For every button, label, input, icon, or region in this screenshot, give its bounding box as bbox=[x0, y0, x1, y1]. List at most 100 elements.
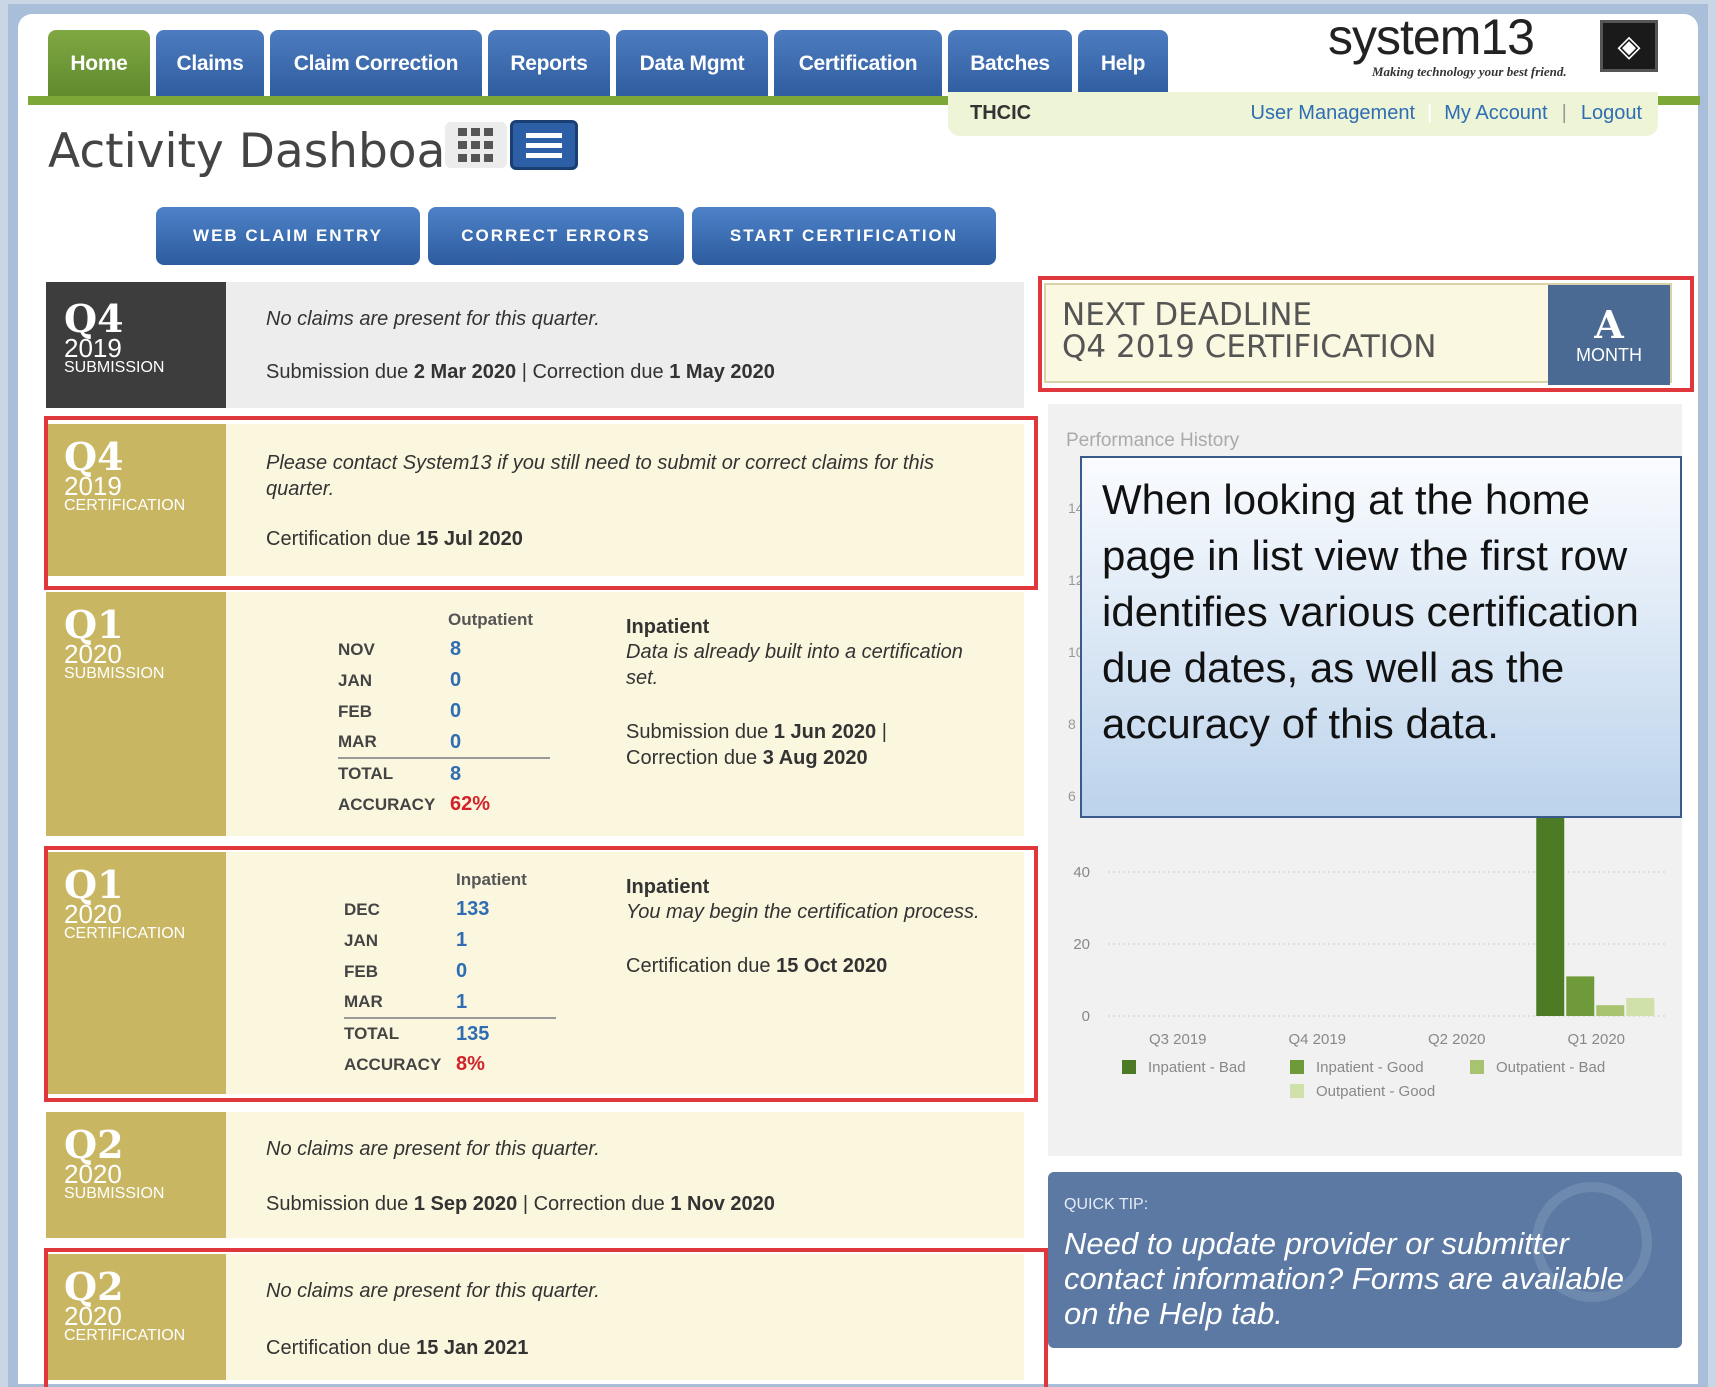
stats-header: Outpatient bbox=[448, 610, 533, 629]
link-divider: | bbox=[1427, 102, 1433, 124]
grid-view-icon bbox=[458, 128, 493, 162]
submission-due-label: Submission due bbox=[266, 1193, 414, 1215]
due-separator: | bbox=[876, 721, 887, 743]
due-separator: | bbox=[516, 361, 533, 383]
quarter-label: Q2 bbox=[64, 1122, 124, 1167]
quarter-kind: SUBMISSION bbox=[64, 1185, 165, 1202]
link-divider: | bbox=[1561, 102, 1567, 124]
annotation-callout: When looking at the home page in list vi… bbox=[1080, 456, 1682, 818]
logo-wordmark: system13 bbox=[1328, 9, 1535, 65]
action-buttons: WEB CLAIM ENTRY CORRECT ERRORS START CER… bbox=[156, 207, 996, 265]
legend-swatch bbox=[1290, 1060, 1304, 1074]
x-tick-label: Q3 2019 bbox=[1149, 1031, 1207, 1048]
bar bbox=[1596, 1005, 1625, 1016]
user-management-link[interactable]: User Management bbox=[1251, 102, 1416, 125]
quarter-row: Q2 2020 SUBMISSION No claims are present… bbox=[46, 1112, 1024, 1238]
quarter-message: No claims are present for this quarter. bbox=[266, 308, 600, 330]
submission-due-label: Submission due bbox=[266, 361, 414, 383]
quarter-row: Q4 2019 SUBMISSION No claims are present… bbox=[46, 282, 1024, 408]
tab-home[interactable]: Home bbox=[48, 30, 150, 98]
legend-swatch bbox=[1470, 1060, 1484, 1074]
month-label: MAR bbox=[338, 732, 377, 751]
month-count: 0 bbox=[450, 700, 462, 722]
legend-label: Outpatient - Bad bbox=[1496, 1059, 1605, 1076]
quarter-row: Q1 2020 SUBMISSION Outpatient NOV 8 JAN 0 … bbox=[46, 592, 1024, 836]
list-view-icon-bar bbox=[526, 152, 562, 158]
my-account-link[interactable]: My Account bbox=[1444, 102, 1547, 125]
quarter-message: No claims are present for this quarter. bbox=[266, 1138, 600, 1160]
stats-row: FEB 0 bbox=[338, 696, 550, 727]
logo-tagline: Making technology your best friend. bbox=[1372, 64, 1567, 79]
dog-logo-icon: ◈ bbox=[1600, 20, 1658, 72]
grid-view-button[interactable] bbox=[445, 122, 507, 168]
month-label: FEB bbox=[338, 701, 372, 721]
bar bbox=[1566, 976, 1595, 1016]
x-tick-label: Q1 2020 bbox=[1567, 1031, 1625, 1048]
tab-help[interactable]: Help bbox=[1078, 30, 1168, 98]
list-view-icon-bar bbox=[526, 142, 562, 148]
y-tick-label: 20 bbox=[1073, 936, 1090, 953]
list-view-button[interactable] bbox=[510, 120, 578, 170]
stats-row: JAN 0 bbox=[338, 665, 550, 696]
y-tick-label: 40 bbox=[1073, 864, 1090, 881]
quick-tip-panel: QUICK TIP: Need to update provider or su… bbox=[1048, 1172, 1682, 1348]
legend-swatch bbox=[1290, 1084, 1304, 1098]
quarter-badge: Q2 2020 SUBMISSION bbox=[46, 1112, 226, 1238]
organization-name: THCIC bbox=[970, 102, 1032, 124]
account-bar: THCIC User Management | My Account | Log… bbox=[948, 92, 1658, 136]
correction-due-date: 3 Aug 2020 bbox=[762, 747, 868, 769]
page-title: Activity Dashboard bbox=[48, 124, 494, 179]
quarter-year: 2020 bbox=[64, 1159, 122, 1189]
x-tick-label: Q2 2020 bbox=[1428, 1031, 1486, 1048]
quick-tip-label: QUICK TIP: bbox=[1064, 1196, 1149, 1213]
month-label: NOV bbox=[338, 639, 375, 659]
quarter-year: 2020 bbox=[64, 639, 122, 669]
submission-due-date: 1 Jun 2020 bbox=[773, 721, 877, 743]
correction-due-label: Correction due bbox=[532, 361, 670, 383]
due-separator: | bbox=[517, 1193, 534, 1215]
logout-link[interactable]: Logout bbox=[1581, 102, 1642, 125]
due-dates: Submission due 1 Sep 2020 | Correction d… bbox=[266, 1193, 1024, 1216]
tab-reports[interactable]: Reports bbox=[488, 30, 610, 98]
start-certification-button[interactable]: START CERTIFICATION bbox=[692, 207, 996, 265]
stats-table: NOV 8 JAN 0 FEB 0 MAR 0 TOTAL 8 ACCURACY 62% bbox=[338, 634, 550, 820]
web-claim-entry-button[interactable]: WEB CLAIM ENTRY bbox=[156, 207, 420, 265]
stats-row: TOTAL 8 bbox=[338, 758, 550, 789]
inpatient-title: Inpatient bbox=[626, 616, 710, 638]
tab-data-mgmt[interactable]: Data Mgmt bbox=[616, 30, 768, 98]
tab-certification[interactable]: Certification bbox=[774, 30, 942, 98]
accuracy-label: ACCURACY bbox=[338, 794, 436, 814]
correct-errors-button[interactable]: CORRECT ERRORS bbox=[428, 207, 684, 265]
quarter-details: Outpatient NOV 8 JAN 0 FEB 0 MAR 0 TOTAL 8 AC… bbox=[226, 592, 1024, 836]
inpatient-message: Data is already built into a certificati… bbox=[626, 641, 963, 689]
quarter-badge: Q1 2020 SUBMISSION bbox=[46, 592, 226, 836]
tab-claims[interactable]: Claims bbox=[156, 30, 264, 98]
stats-row: ACCURACY 62% bbox=[338, 789, 550, 820]
bar bbox=[1626, 998, 1655, 1016]
submission-due-date: 1 Sep 2020 bbox=[413, 1193, 518, 1215]
legend-label: Inpatient - Bad bbox=[1148, 1059, 1246, 1076]
quarter-details: No claims are present for this quarter. … bbox=[226, 1112, 1024, 1238]
quarter-label: Q1 bbox=[64, 602, 124, 647]
total-label: TOTAL bbox=[338, 764, 394, 783]
y-tick-label: 0 bbox=[1082, 1008, 1090, 1025]
x-tick-label: Q4 2019 bbox=[1288, 1031, 1346, 1048]
accuracy-value: 62% bbox=[450, 793, 491, 815]
submission-due-date: 2 Mar 2020 bbox=[413, 361, 517, 383]
submission-due-label: Submission due bbox=[626, 721, 774, 743]
highlight-box bbox=[1038, 276, 1694, 392]
legend-swatch bbox=[1122, 1060, 1136, 1074]
highlight-box bbox=[44, 416, 1038, 590]
tab-claim-correction[interactable]: Claim Correction bbox=[270, 30, 482, 98]
tab-batches[interactable]: Batches bbox=[948, 30, 1072, 98]
month-count: 0 bbox=[450, 730, 462, 753]
stats-row: NOV 8 bbox=[338, 634, 550, 665]
highlight-box bbox=[44, 1248, 1048, 1387]
month-count: 8 bbox=[450, 638, 462, 660]
quarter-badge: Q4 2019 SUBMISSION bbox=[46, 282, 226, 408]
stats-row: MAR 0 bbox=[338, 727, 550, 758]
main-nav: Home Claims Claim Correction Reports Dat… bbox=[48, 30, 1168, 98]
system13-logo: system13 Making technology your best fri… bbox=[1328, 9, 1668, 84]
correction-due-date: 1 May 2020 bbox=[669, 361, 775, 383]
correction-due-date: 1 Nov 2020 bbox=[670, 1193, 775, 1215]
